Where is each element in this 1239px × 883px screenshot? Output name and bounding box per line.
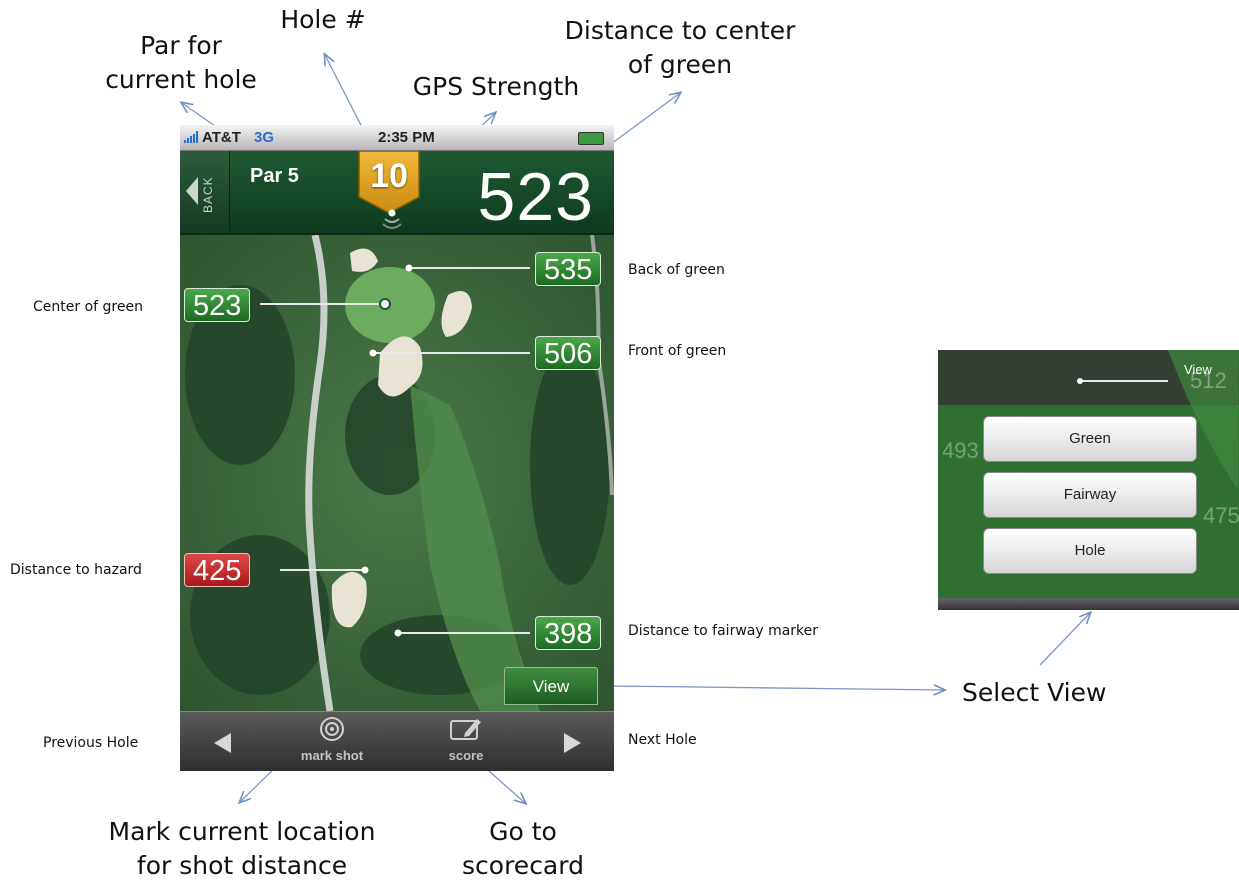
tag-fairway-marker[interactable]: 398 — [535, 616, 602, 650]
back-arrow-icon — [186, 177, 198, 205]
mark-shot-label: mark shot — [300, 748, 364, 763]
annotation-mark-location: Mark current location for shot distance — [108, 817, 376, 880]
annotation-scorecard: Go to scorecard — [462, 817, 584, 880]
target-icon — [320, 717, 344, 741]
bottom-toolbar: mark shot score — [180, 711, 614, 771]
score-button[interactable]: score — [426, 716, 506, 763]
tag-back-of-green[interactable]: 535 — [535, 252, 602, 286]
scorecard-pencil-icon — [450, 719, 481, 740]
phone-screen: AT&T 3G 2:35 PM BACK Par 5 10 523 535 52… — [180, 125, 614, 771]
annotation-hole: Hole # — [280, 5, 366, 34]
fairway-dot — [394, 629, 402, 637]
tag-center-of-green[interactable]: 523 — [184, 288, 251, 322]
network-type: 3G — [254, 129, 275, 146]
signal-bars-icon — [184, 131, 198, 143]
battery-icon — [578, 132, 604, 145]
view-option-hole[interactable]: Hole — [983, 528, 1197, 574]
view-option-fairway[interactable]: Fairway — [983, 472, 1197, 518]
back-label: BACK — [201, 176, 215, 213]
hole-number: 10 — [370, 157, 408, 195]
annotation-par: Par for current hole — [105, 31, 257, 94]
view-selector-inset: 512 493 475 View Green Fairway Hole — [938, 350, 1239, 610]
back-dot — [405, 264, 413, 272]
annotation-select-view: Select View — [962, 678, 1107, 707]
tag-front-of-green[interactable]: 506 — [535, 336, 602, 370]
inset-view-label: View — [1184, 362, 1212, 377]
view-button[interactable]: View — [504, 667, 598, 705]
carrier-name: AT&T — [202, 129, 241, 146]
previous-hole-button[interactable] — [214, 733, 231, 753]
front-dot — [369, 349, 377, 357]
status-bar: AT&T 3G 2:35 PM — [180, 125, 614, 151]
mark-shot-button[interactable]: mark shot — [292, 716, 372, 763]
gps-strength-icon — [382, 209, 402, 229]
status-time: 2:35 PM — [378, 129, 435, 146]
score-label: score — [448, 748, 484, 763]
par-label: Par 5 — [250, 165, 299, 187]
annotation-hazard: Distance to hazard — [10, 562, 142, 578]
annotation-next-hole: Next Hole — [628, 732, 697, 748]
annotation-front-of-green: Front of green — [628, 343, 727, 359]
annotation-back-of-green: Back of green — [628, 262, 725, 278]
distance-to-center: 523 — [477, 159, 594, 235]
annotation-previous-hole: Previous Hole — [43, 735, 139, 751]
inset-ghost-right: 475 — [1203, 503, 1239, 528]
annotation-distance-center: Distance to center of green — [564, 16, 796, 79]
back-button[interactable]: BACK — [180, 151, 230, 233]
inset-toolbar — [938, 598, 1239, 610]
view-option-green[interactable]: Green — [983, 416, 1197, 462]
annotation-center-of-green: Center of green — [33, 299, 143, 315]
annotation-fairway-marker: Distance to fairway marker — [628, 623, 819, 639]
inset-ghost-left: 493 — [942, 438, 979, 463]
hole-header: BACK Par 5 10 523 — [180, 151, 614, 235]
center-of-green-dot — [379, 298, 391, 310]
next-hole-button[interactable] — [564, 733, 581, 753]
tag-hazard[interactable]: 425 — [184, 553, 251, 587]
hazard-dot — [361, 566, 369, 574]
